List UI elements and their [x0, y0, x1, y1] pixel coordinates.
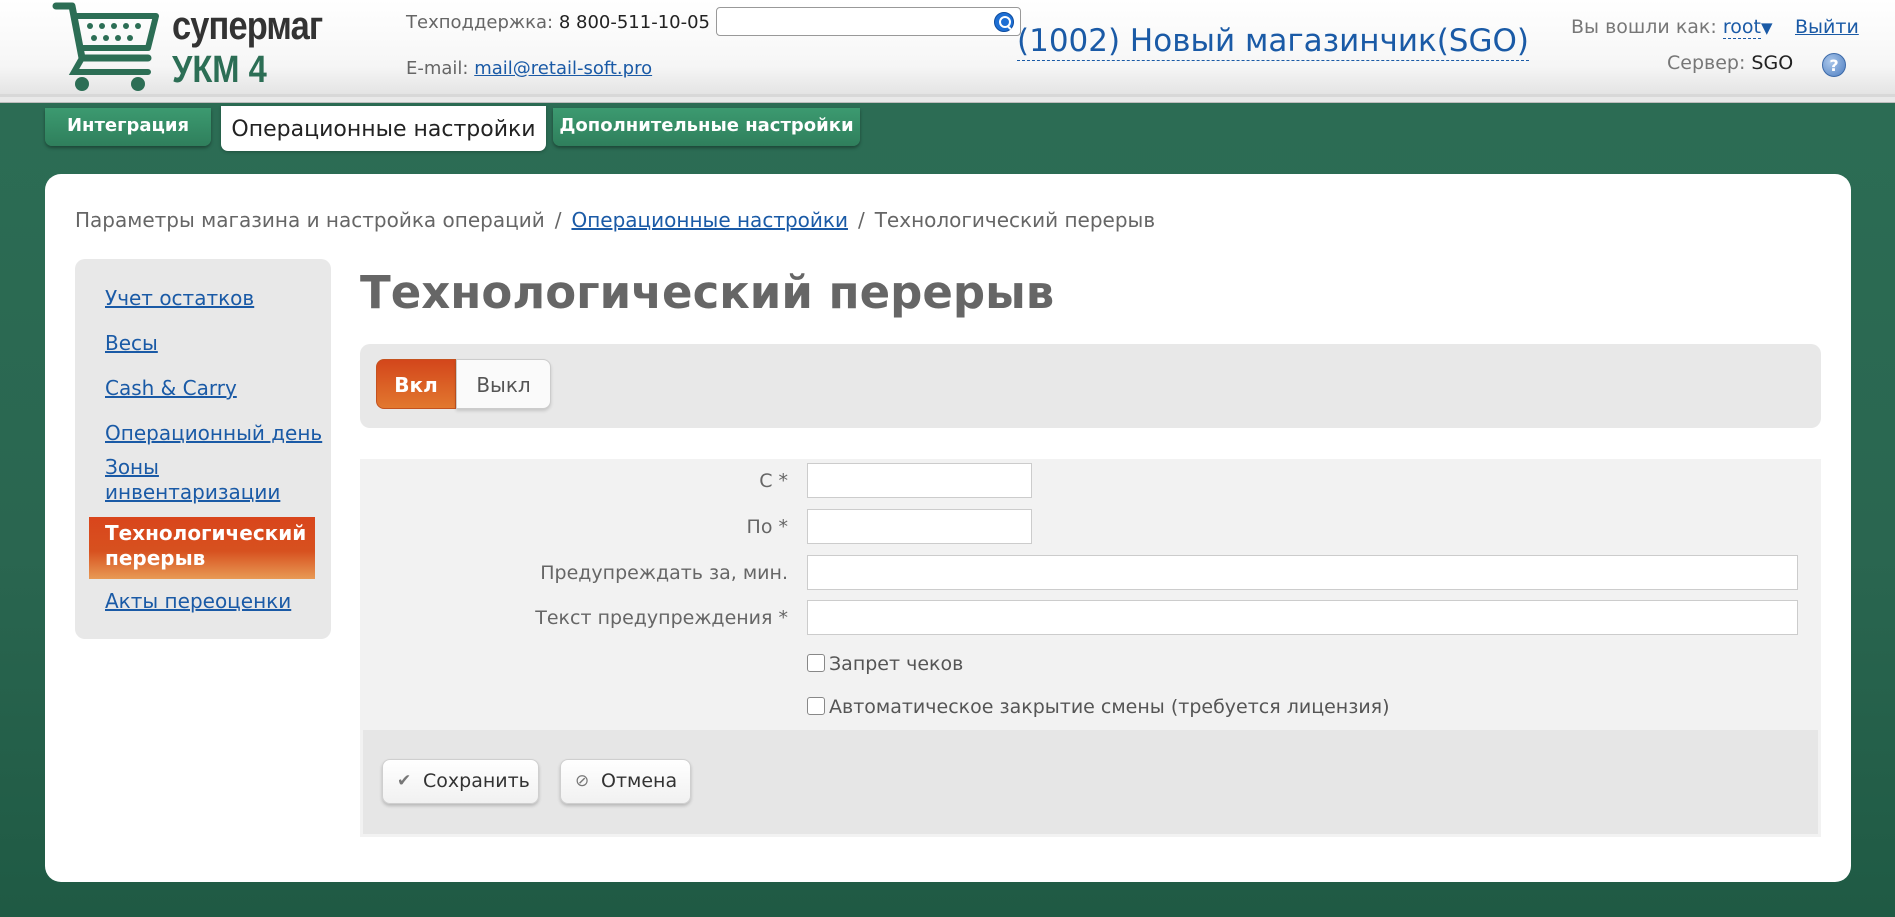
- email-info: E-mail: mail@retail-soft.pro: [406, 58, 652, 79]
- status-toggle: Вкл Выкл: [360, 344, 1821, 428]
- warn-minutes-label: Предупреждать за, мин.: [540, 562, 788, 584]
- toggle-on-button[interactable]: Вкл: [376, 359, 456, 409]
- logo[interactable]: супермаг УКМ 4: [52, 0, 342, 96]
- server-value: SGO: [1751, 52, 1794, 74]
- block-receipts-checkbox[interactable]: Запрет чеков: [807, 653, 963, 675]
- tab-operational-settings[interactable]: Операционные настройки: [221, 106, 546, 151]
- breadcrumb-current: Технологический перерыв: [874, 208, 1156, 232]
- breadcrumb-separator: /: [554, 208, 562, 232]
- from-label: С *: [759, 470, 788, 492]
- main-card: Параметры магазина и настройка операций /…: [45, 174, 1851, 882]
- server-info: Сервер: SGO: [1667, 52, 1793, 74]
- warning-text-input[interactable]: [807, 600, 1798, 635]
- save-button[interactable]: ✔ Сохранить: [382, 759, 539, 804]
- login-info: Вы вошли как: root▼: [1571, 16, 1773, 39]
- cancel-button-label: Отмена: [601, 770, 678, 792]
- logo-title: супермаг: [172, 4, 323, 48]
- sidebar-item-inventory-zones[interactable]: Зоны инвентаризации: [105, 455, 280, 505]
- logo-subtitle: УКМ 4: [172, 49, 267, 91]
- save-button-label: Сохранить: [423, 770, 530, 792]
- auto-close-shift-checkbox[interactable]: Автоматическое закрытие смены (требуется…: [807, 696, 1390, 718]
- auto-close-shift-label: Автоматическое закрытие смены (требуется…: [829, 696, 1390, 718]
- to-time-input[interactable]: [807, 509, 1032, 544]
- to-label: По *: [746, 516, 788, 538]
- cart-logo-icon: [52, 2, 159, 91]
- page-title: Технологический перерыв: [360, 266, 1055, 319]
- store-selector[interactable]: (1002) Новый магазинчик(SGO): [1017, 22, 1529, 61]
- settings-form: С * По * Предупреждать за, мин. Текст пр…: [360, 459, 1821, 837]
- sidebar-item-stock[interactable]: Учет остатков: [105, 286, 325, 311]
- form-fields: С * По * Предупреждать за, мин. Текст пр…: [363, 462, 1818, 730]
- warn-minutes-input[interactable]: [807, 555, 1798, 590]
- header: супермаг УКМ 4 Техподдержка: 8 800-511-1…: [0, 0, 1895, 103]
- server-label: Сервер:: [1667, 52, 1746, 74]
- sidebar-item-revaluation-acts[interactable]: Акты переоценки: [105, 589, 325, 614]
- breadcrumb: Параметры магазина и настройка операций /…: [75, 208, 1155, 232]
- support-label: Техподдержка:: [406, 12, 554, 33]
- breadcrumb-separator: /: [857, 208, 865, 232]
- checkbox-icon[interactable]: [807, 654, 825, 672]
- email-label: E-mail:: [406, 58, 469, 79]
- breadcrumb-link[interactable]: Операционные настройки: [571, 208, 848, 232]
- cancel-button[interactable]: ⊘ Отмена: [560, 759, 691, 804]
- cancel-icon: ⊘: [575, 771, 590, 791]
- from-time-input[interactable]: [807, 463, 1032, 498]
- checkbox-icon[interactable]: [807, 697, 825, 715]
- search-input[interactable]: [716, 7, 1021, 36]
- toggle-off-button[interactable]: Выкл: [456, 359, 551, 409]
- login-label: Вы вошли как:: [1571, 16, 1717, 38]
- warning-text-label: Текст предупреждения *: [535, 607, 788, 629]
- block-receipts-label: Запрет чеков: [829, 653, 964, 675]
- tab-integration[interactable]: Интеграция: [45, 108, 211, 146]
- email-link[interactable]: mail@retail-soft.pro: [474, 58, 652, 79]
- user-menu[interactable]: root: [1722, 16, 1761, 39]
- check-icon: ✔: [397, 771, 412, 791]
- support-info: Техподдержка: 8 800-511-10-05: [406, 12, 710, 33]
- sidebar-item-cash-carry[interactable]: Cash & Carry: [105, 376, 325, 401]
- search-icon[interactable]: [994, 12, 1014, 32]
- chevron-down-icon[interactable]: ▼: [1761, 19, 1773, 37]
- sidebar: Учет остатков Весы Cash & Carry Операцио…: [75, 259, 331, 639]
- help-icon[interactable]: ?: [1822, 53, 1846, 77]
- breadcrumb-root: Параметры магазина и настройка операций: [75, 208, 545, 232]
- form-actions: ✔ Сохранить ⊘ Отмена: [363, 730, 1818, 834]
- logout-link[interactable]: Выйти: [1795, 16, 1859, 38]
- tab-additional-settings[interactable]: Дополнительные настройки: [553, 108, 860, 146]
- sidebar-item-tech-break[interactable]: Технологический перерыв: [89, 517, 315, 579]
- support-phone: 8 800-511-10-05: [558, 12, 710, 33]
- sidebar-item-operational-day[interactable]: Операционный день: [105, 421, 325, 446]
- sidebar-item-scales[interactable]: Весы: [105, 331, 325, 356]
